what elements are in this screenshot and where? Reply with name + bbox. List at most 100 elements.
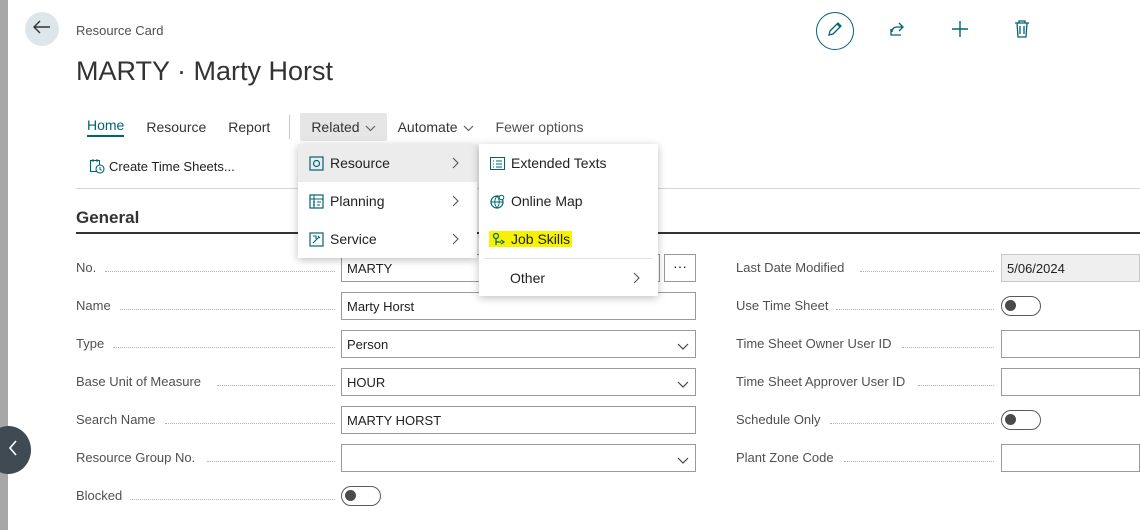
fewer-options-button[interactable]: Fewer options	[485, 113, 595, 141]
dot-leader	[165, 423, 335, 424]
tab-resource[interactable]: Resource	[135, 113, 217, 141]
search-name-label: Search Name	[76, 412, 156, 427]
delete-button[interactable]	[1003, 12, 1041, 50]
dot-leader	[113, 347, 335, 348]
chevron-right-icon	[452, 194, 459, 210]
job-skills-icon	[491, 231, 507, 247]
create-time-sheets-button[interactable]: Create Time Sheets...	[89, 158, 235, 174]
menu-item-online-map-label: Online Map	[511, 193, 583, 209]
menu-item-service-label: Service	[330, 231, 377, 247]
last-modified-label: Last Date Modified	[736, 260, 845, 275]
chevron-down-icon	[677, 377, 689, 392]
menu-item-other-label: Other	[510, 270, 546, 286]
new-button[interactable]	[941, 12, 979, 50]
breadcrumb: Resource Card	[76, 23, 164, 38]
collapse-panel-button[interactable]	[0, 426, 31, 474]
arrow-left-icon	[33, 20, 51, 39]
blocked-label: Blocked	[76, 488, 123, 503]
section-title: General	[76, 208, 140, 227]
resource-card-page: Resource Card MARTY · Marty Horst Home R…	[0, 0, 1140, 530]
menu-item-extended-texts[interactable]: Extended Texts	[479, 144, 658, 182]
dot-leader	[130, 499, 335, 500]
back-button[interactable]	[25, 12, 59, 46]
share-button[interactable]	[878, 12, 916, 50]
dot-leader	[830, 423, 994, 424]
related-menu: Resource Planning Service	[298, 144, 477, 258]
chevron-right-icon	[633, 271, 640, 287]
ts-owner-label: Time Sheet Owner User ID	[736, 336, 892, 351]
resource-submenu: Extended Texts Online Map Job Skills Oth…	[479, 144, 658, 296]
menu-item-job-skills[interactable]: Job Skills	[479, 220, 658, 258]
header-actions	[816, 12, 1041, 50]
delete-icon	[1014, 19, 1030, 43]
dot-leader	[207, 461, 335, 462]
page-title: MARTY · Marty Horst	[76, 56, 334, 86]
plant-zone-field[interactable]	[1001, 444, 1140, 472]
tab-resource-label: Resource	[146, 119, 207, 135]
dot-leader	[918, 385, 994, 386]
online-map-icon	[489, 193, 505, 209]
blocked-toggle[interactable]	[341, 486, 381, 506]
menu-item-planning-label: Planning	[330, 193, 385, 209]
plant-zone-label: Plant Zone Code	[736, 450, 834, 465]
tab-home-label: Home	[87, 117, 125, 137]
ts-owner-field[interactable]	[1001, 330, 1140, 358]
schedule-only-toggle[interactable]	[1001, 410, 1041, 430]
base-uom-select[interactable]: HOUR	[341, 368, 696, 396]
menu-item-service[interactable]: Service	[298, 220, 477, 258]
plus-icon	[951, 20, 969, 43]
chevron-down-icon	[677, 453, 689, 468]
menu-item-planning[interactable]: Planning	[298, 182, 477, 220]
dot-leader	[120, 309, 335, 310]
chevron-down-icon	[677, 339, 689, 354]
menu-item-online-map[interactable]: Online Map	[479, 182, 658, 220]
dot-leader	[217, 385, 335, 386]
tab-report[interactable]: Report	[217, 113, 281, 141]
dot-leader	[844, 461, 994, 462]
search-name-field[interactable]: MARTY HORST	[341, 406, 696, 434]
extended-texts-icon	[489, 155, 505, 171]
chevron-right-icon	[452, 156, 459, 172]
time-sheet-icon	[89, 158, 105, 174]
fewer-options-label: Fewer options	[495, 119, 584, 135]
tab-home[interactable]: Home	[76, 113, 135, 141]
dot-leader	[105, 271, 335, 272]
menu-item-other[interactable]: Other	[479, 259, 658, 297]
create-time-sheets-label: Create Time Sheets...	[109, 158, 235, 174]
chevron-down-icon	[365, 119, 376, 135]
resource-group-label: Resource Group No.	[76, 450, 196, 465]
base-uom-value: HOUR	[347, 375, 386, 390]
type-select-value: Person	[347, 337, 389, 352]
menu-item-resource[interactable]: Resource	[298, 144, 477, 182]
menu-item-extended-texts-label: Extended Texts	[511, 155, 607, 171]
service-icon	[308, 231, 324, 247]
last-modified-field: 5/06/2024	[1001, 254, 1140, 282]
planning-icon	[308, 193, 324, 209]
edit-button[interactable]	[816, 12, 854, 50]
chevron-down-icon	[463, 119, 474, 135]
base-uom-label: Base Unit of Measure	[76, 374, 202, 389]
resource-group-select[interactable]	[341, 444, 696, 472]
dot-leader	[836, 309, 994, 310]
job-skills-highlight: Job Skills	[489, 231, 573, 247]
tab-separator	[289, 115, 291, 139]
no-assist-button[interactable]: ···	[664, 254, 696, 282]
action-tabs: Home Resource Report Related Automate Fe…	[76, 113, 595, 141]
menu-item-job-skills-label: Job Skills	[511, 231, 571, 247]
type-select[interactable]: Person	[341, 330, 696, 358]
resource-icon	[308, 155, 324, 171]
tab-automate-label: Automate	[397, 119, 458, 135]
tab-related[interactable]: Related	[300, 113, 387, 141]
ts-approver-label: Time Sheet Approver User ID	[736, 374, 906, 389]
edit-icon	[826, 20, 844, 43]
name-label: Name	[76, 298, 111, 313]
tab-report-label: Report	[228, 119, 271, 135]
tab-related-label: Related	[311, 119, 360, 135]
tab-automate[interactable]: Automate	[387, 113, 485, 141]
chevron-left-icon	[8, 439, 18, 461]
ts-approver-field[interactable]	[1001, 368, 1140, 396]
dot-leader	[902, 347, 994, 348]
use-time-sheet-toggle[interactable]	[1001, 296, 1041, 316]
use-time-sheet-label: Use Time Sheet	[736, 298, 829, 313]
menu-item-resource-label: Resource	[330, 155, 390, 171]
